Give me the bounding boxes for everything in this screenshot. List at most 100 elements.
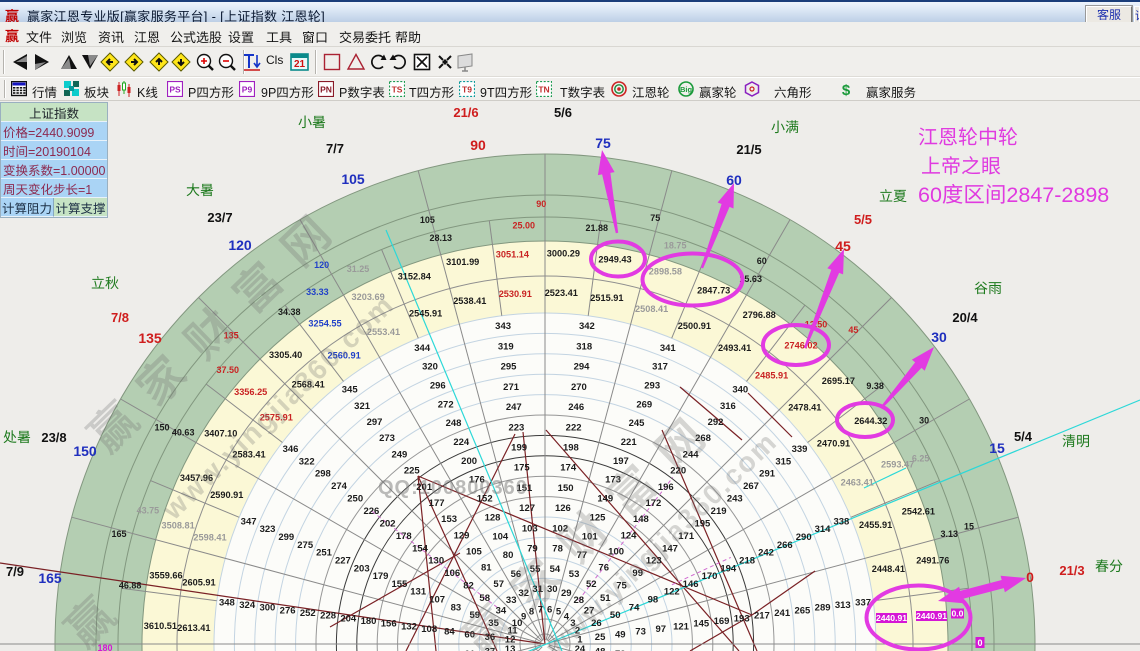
svg-text:Big: Big — [680, 85, 693, 94]
svg-text:2593.47: 2593.47 — [881, 460, 914, 470]
svg-text:43.75: 43.75 — [137, 505, 160, 515]
svg-text:252: 252 — [300, 608, 316, 619]
svg-text:340: 340 — [732, 385, 748, 396]
svg-text:2644.32: 2644.32 — [854, 416, 887, 426]
svg-text:291: 291 — [759, 469, 776, 480]
svg-text:2613.41: 2613.41 — [177, 623, 210, 633]
svg-text:129: 129 — [454, 530, 470, 541]
svg-text:2695.17: 2695.17 — [822, 376, 855, 386]
svg-text:76: 76 — [598, 563, 609, 574]
svg-text:2440.91: 2440.91 — [916, 611, 947, 621]
svg-text:177: 177 — [429, 498, 445, 509]
svg-text:P9: P9 — [242, 85, 253, 95]
svg-text:0: 0 — [977, 638, 982, 648]
svg-text:2542.61: 2542.61 — [902, 506, 935, 516]
svg-text:276: 276 — [280, 605, 296, 616]
svg-text:45: 45 — [848, 325, 858, 335]
svg-text:春分: 春分 — [1095, 556, 1123, 576]
svg-text:179: 179 — [373, 571, 389, 582]
svg-text:107: 107 — [429, 595, 445, 606]
svg-text:131: 131 — [410, 587, 427, 598]
svg-text:270: 270 — [571, 382, 587, 393]
svg-text:194: 194 — [720, 563, 737, 574]
svg-text:$: $ — [842, 82, 851, 97]
svg-text:7/9: 7/9 — [6, 564, 24, 579]
svg-text:21: 21 — [294, 59, 306, 70]
svg-text:2515.91: 2515.91 — [590, 293, 623, 303]
svg-text:248: 248 — [446, 418, 462, 429]
svg-text:322: 322 — [299, 456, 315, 467]
svg-text:269: 269 — [636, 399, 652, 410]
svg-text:324: 324 — [239, 600, 256, 611]
svg-text:31.25: 31.25 — [347, 264, 370, 274]
svg-text:170: 170 — [702, 571, 718, 582]
svg-text:145: 145 — [693, 619, 710, 630]
svg-text:344: 344 — [414, 343, 431, 354]
svg-text:105: 105 — [420, 215, 435, 225]
svg-text:320: 320 — [422, 362, 438, 373]
svg-text:21/5: 21/5 — [736, 142, 761, 157]
svg-text:45: 45 — [835, 238, 851, 254]
svg-text:3305.40: 3305.40 — [269, 350, 302, 360]
svg-text:274: 274 — [331, 481, 348, 492]
svg-text:153: 153 — [441, 514, 457, 525]
svg-text:223: 223 — [508, 422, 524, 433]
svg-text:342: 342 — [579, 321, 595, 332]
svg-text:241: 241 — [774, 608, 791, 619]
svg-text:2530.91: 2530.91 — [499, 289, 532, 299]
svg-text:82: 82 — [463, 581, 474, 592]
svg-text:266: 266 — [777, 540, 793, 551]
svg-text:T9: T9 — [462, 85, 472, 95]
svg-text:60: 60 — [757, 256, 767, 266]
svg-text:2463.41: 2463.41 — [841, 478, 874, 488]
svg-text:2470.91: 2470.91 — [817, 438, 850, 448]
svg-text:105: 105 — [466, 547, 483, 558]
svg-text:3101.99: 3101.99 — [446, 257, 479, 267]
svg-text:21/3: 21/3 — [1059, 563, 1084, 578]
svg-text:108: 108 — [421, 624, 437, 635]
svg-text:48: 48 — [595, 647, 606, 651]
svg-text:193: 193 — [734, 613, 750, 624]
svg-text:2448.41: 2448.41 — [872, 564, 905, 574]
svg-text:198: 198 — [563, 443, 579, 454]
svg-text:298: 298 — [315, 469, 331, 480]
svg-text:104: 104 — [492, 531, 509, 542]
svg-text:245: 245 — [629, 418, 646, 429]
svg-text:175: 175 — [514, 463, 531, 474]
svg-text:121: 121 — [673, 621, 690, 632]
svg-text:2796.88: 2796.88 — [743, 310, 776, 320]
svg-text:97: 97 — [656, 624, 667, 635]
svg-text:PS: PS — [169, 85, 181, 95]
svg-text:18.75: 18.75 — [664, 241, 687, 251]
svg-text:228: 228 — [320, 611, 336, 622]
svg-text:203: 203 — [354, 563, 370, 574]
svg-text:98: 98 — [648, 595, 659, 606]
svg-text:345: 345 — [342, 385, 359, 396]
svg-text:大暑: 大暑 — [186, 180, 214, 200]
svg-text:33.33: 33.33 — [306, 287, 329, 297]
svg-text:30: 30 — [931, 329, 947, 345]
svg-text:103: 103 — [522, 523, 538, 534]
svg-text:295: 295 — [501, 362, 518, 373]
svg-text:江恩轮中轮: 江恩轮中轮 — [918, 121, 1018, 150]
svg-text:273: 273 — [379, 433, 395, 444]
svg-text:2523.41: 2523.41 — [545, 288, 578, 298]
svg-text:247: 247 — [506, 402, 522, 413]
svg-text:346: 346 — [283, 444, 299, 455]
svg-text:3559.66: 3559.66 — [149, 570, 182, 580]
svg-text:120: 120 — [228, 237, 252, 253]
svg-text:37.50: 37.50 — [217, 365, 240, 375]
svg-text:15: 15 — [989, 440, 1005, 456]
svg-text:20/4: 20/4 — [952, 310, 978, 325]
svg-text:225: 225 — [404, 466, 421, 477]
svg-text:224: 224 — [453, 437, 470, 448]
svg-text:296: 296 — [430, 381, 446, 392]
svg-text:73: 73 — [635, 627, 646, 638]
svg-text:2746.02: 2746.02 — [784, 340, 817, 350]
svg-text:60度区间2847-2898: 60度区间2847-2898 — [918, 178, 1109, 209]
svg-text:25.00: 25.00 — [513, 221, 536, 231]
svg-text:150: 150 — [73, 443, 97, 459]
svg-text:40.63: 40.63 — [172, 428, 195, 438]
svg-text:2500.91: 2500.91 — [678, 321, 711, 331]
svg-text:146: 146 — [683, 579, 699, 590]
